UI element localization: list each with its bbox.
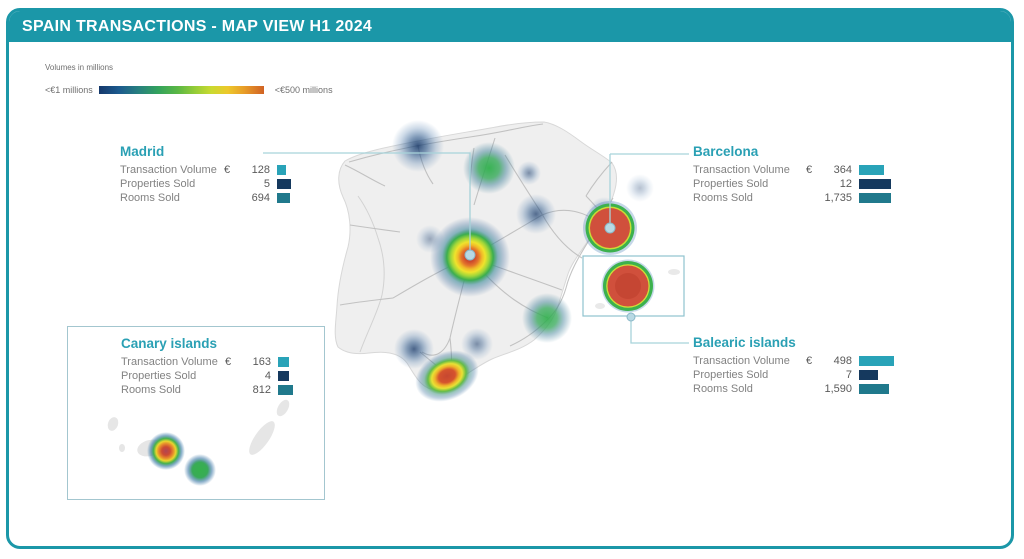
metric-label: Rooms Sold xyxy=(693,192,753,204)
metric-row: Properties Sold 7 xyxy=(693,368,923,382)
metric-row: Rooms Sold 812 xyxy=(121,383,351,397)
currency-symbol: € xyxy=(224,164,231,176)
currency-symbol: € xyxy=(225,356,232,368)
metric-row: Transaction Volume € 498 xyxy=(693,354,923,368)
barcelona-marker-dot[interactable] xyxy=(604,222,616,234)
metric-bar xyxy=(277,165,286,175)
metric-value: 498 xyxy=(833,355,852,367)
metric-label: Transaction Volume xyxy=(121,356,218,368)
metric-bar xyxy=(859,356,894,366)
metric-value: 163 xyxy=(252,356,271,368)
region-title-balearic: Balearic islands xyxy=(693,335,796,350)
metric-bar xyxy=(859,165,884,175)
metric-label: Rooms Sold xyxy=(120,192,180,204)
barcelona-callout[interactable]: Barcelona Transaction Volume € 364 Prope… xyxy=(693,144,923,205)
heatmap-blob-basque[interactable] xyxy=(463,142,515,194)
metric-value: 4 xyxy=(264,370,271,382)
metric-value: 12 xyxy=(839,178,852,190)
metric-row: Rooms Sold 1,590 xyxy=(693,382,923,396)
region-title-canary: Canary islands xyxy=(121,336,218,351)
metric-row: Properties Sold 12 xyxy=(693,177,923,191)
metric-label: Rooms Sold xyxy=(121,384,181,396)
metric-value: 7 xyxy=(845,369,852,381)
madrid-marker-dot[interactable] xyxy=(464,249,476,261)
currency-symbol: € xyxy=(806,355,813,367)
metric-value: 812 xyxy=(252,384,271,396)
metric-bar xyxy=(278,385,293,395)
heatmap-blob-pyrenees[interactable] xyxy=(517,161,541,185)
menorca-island xyxy=(668,269,680,275)
metric-value: 1,590 xyxy=(824,383,852,395)
metric-label: Properties Sold xyxy=(693,369,769,381)
balearic-marker[interactable] xyxy=(595,259,680,313)
metric-value: 694 xyxy=(251,192,270,204)
canary-islands-box[interactable]: Canary islands Transaction Volume € 163 … xyxy=(67,326,325,500)
metric-bar xyxy=(859,179,891,189)
metric-bar xyxy=(277,193,290,203)
region-title-barcelona: Barcelona xyxy=(693,144,759,159)
metric-label: Properties Sold xyxy=(120,178,196,190)
metric-row: Properties Sold 4 xyxy=(121,369,351,383)
heatmap-blob-north-coast[interactable] xyxy=(392,120,444,172)
balearic-connector-dot xyxy=(626,312,636,322)
metric-value: 128 xyxy=(251,164,270,176)
heatmap-blob-alicante[interactable] xyxy=(522,293,572,343)
madrid-callout[interactable]: Madrid Transaction Volume € 128 Properti… xyxy=(120,144,350,205)
metric-label: Rooms Sold xyxy=(693,383,753,395)
canary-callout[interactable]: Canary islands Transaction Volume € 163 … xyxy=(121,336,351,397)
metric-bar xyxy=(277,179,291,189)
metric-bar xyxy=(278,371,289,381)
dashboard-page: SPAIN TRANSACTIONS - MAP VIEW H1 2024 Vo… xyxy=(0,0,1024,559)
metric-bar xyxy=(859,384,889,394)
region-title-madrid: Madrid xyxy=(120,144,165,159)
metric-row: Transaction Volume € 364 xyxy=(693,163,923,177)
heatmap-blob-girona[interactable] xyxy=(626,174,654,202)
metric-value: 364 xyxy=(833,164,852,176)
balearic-marker-inner-shade xyxy=(615,273,641,299)
heatmap-blob-zaragoza[interactable] xyxy=(516,194,556,234)
metric-row: Transaction Volume € 163 xyxy=(121,355,351,369)
metric-row: Rooms Sold 1,735 xyxy=(693,191,923,205)
metric-row: Rooms Sold 694 xyxy=(120,191,350,205)
metric-bar xyxy=(859,370,878,380)
metric-label: Transaction Volume xyxy=(120,164,217,176)
balearic-leader-line xyxy=(630,317,689,344)
metric-label: Transaction Volume xyxy=(693,355,790,367)
metric-value: 1,735 xyxy=(824,192,852,204)
metric-label: Properties Sold xyxy=(693,178,769,190)
balearic-callout[interactable]: Balearic islands Transaction Volume € 49… xyxy=(693,335,923,396)
metric-bar xyxy=(859,193,891,203)
metric-row: Transaction Volume € 128 xyxy=(120,163,350,177)
ibiza-island xyxy=(595,303,605,309)
metric-label: Transaction Volume xyxy=(693,164,790,176)
currency-symbol: € xyxy=(806,164,813,176)
metric-bar xyxy=(278,357,289,367)
metric-label: Properties Sold xyxy=(121,370,197,382)
metric-value: 5 xyxy=(263,178,270,190)
metric-row: Properties Sold 5 xyxy=(120,177,350,191)
